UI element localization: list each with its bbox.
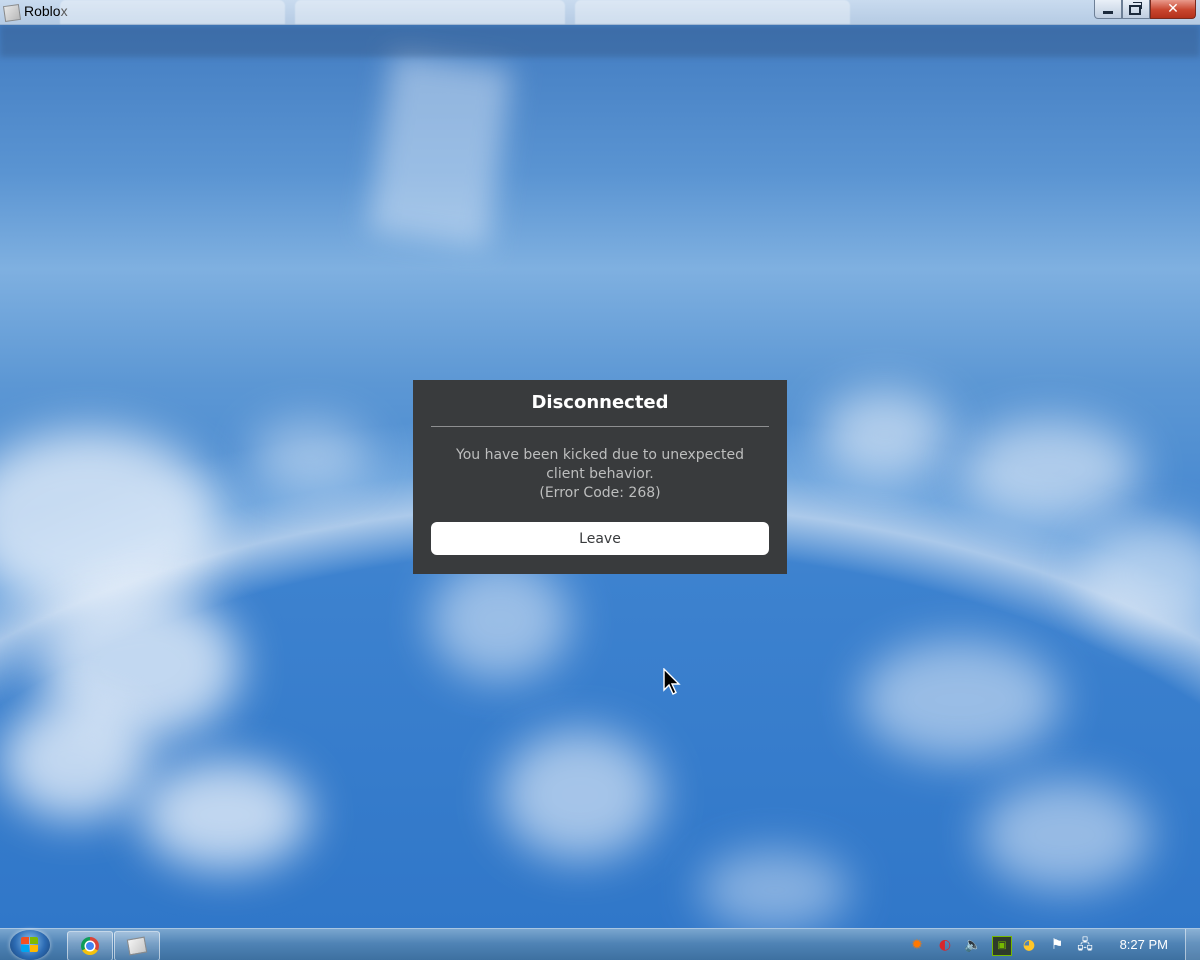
disconnected-dialog: Disconnected You have been kicked due to… <box>413 380 787 574</box>
cloud-streak <box>368 52 512 248</box>
windows-logo-icon <box>21 937 39 953</box>
flag-icon[interactable]: ⚑ <box>1048 936 1066 954</box>
error-code: (Error Code: 268) <box>539 485 661 501</box>
close-button[interactable]: ✕ <box>1150 0 1196 19</box>
nvidia-icon[interactable]: ▣ <box>992 936 1012 956</box>
mouse-cursor-icon <box>663 668 681 695</box>
cloud <box>820 390 950 480</box>
ghost-tab <box>60 0 285 24</box>
cloud <box>430 560 570 680</box>
dialog-title: Disconnected <box>531 392 669 413</box>
window-titlebar[interactable]: Roblox ✕ <box>0 0 1200 25</box>
dialog-message: You have been kicked due to unexpected c… <box>441 446 759 503</box>
chrome-icon <box>81 937 99 955</box>
avast-icon[interactable]: ✹ <box>908 936 926 954</box>
taskbar-clock[interactable]: 8:27 PM <box>1120 937 1168 952</box>
cloud <box>960 420 1140 520</box>
cloud <box>140 760 310 870</box>
cloud <box>700 850 850 930</box>
ghost-tab <box>575 0 850 24</box>
roblox-app-icon <box>2 3 22 23</box>
taskbar-item-roblox[interactable] <box>114 931 160 960</box>
window-controls: ✕ <box>1094 0 1196 19</box>
restore-button[interactable] <box>1122 0 1150 19</box>
leave-button[interactable]: Leave <box>431 522 769 555</box>
kick-message: You have been kicked due to unexpected c… <box>456 447 744 482</box>
screen: Roblox ✕ Disconnected You have been kick… <box>0 0 1200 960</box>
dialog-divider <box>431 426 769 427</box>
cloud <box>250 420 370 490</box>
volume-icon[interactable]: 🔈 <box>964 936 982 954</box>
cloud <box>500 730 660 860</box>
cloud <box>860 640 1060 760</box>
network-swirl-icon[interactable]: ◐ <box>936 936 954 954</box>
restore-icon <box>1129 5 1141 15</box>
blurred-game-toolbar <box>0 25 1200 57</box>
network-icon[interactable]: 🖧 <box>1076 936 1094 954</box>
shield-icon[interactable]: ◕ <box>1020 936 1038 954</box>
cloud <box>0 700 150 820</box>
taskbar-item-chrome[interactable] <box>67 931 113 960</box>
minimize-button[interactable] <box>1094 0 1122 19</box>
minimize-icon <box>1103 11 1113 14</box>
system-tray: ✹ ◐ 🔈 ▣ ◕ ⚑ 🖧 8:27 PM <box>900 929 1200 960</box>
show-desktop-button[interactable] <box>1185 929 1200 960</box>
close-icon: ✕ <box>1167 1 1179 17</box>
roblox-icon <box>126 936 148 956</box>
start-button[interactable] <box>10 930 50 960</box>
cloud <box>980 780 1150 890</box>
taskbar: ✹ ◐ 🔈 ▣ ◕ ⚑ 🖧 8:27 PM <box>0 928 1200 960</box>
ghost-tab <box>295 0 565 24</box>
